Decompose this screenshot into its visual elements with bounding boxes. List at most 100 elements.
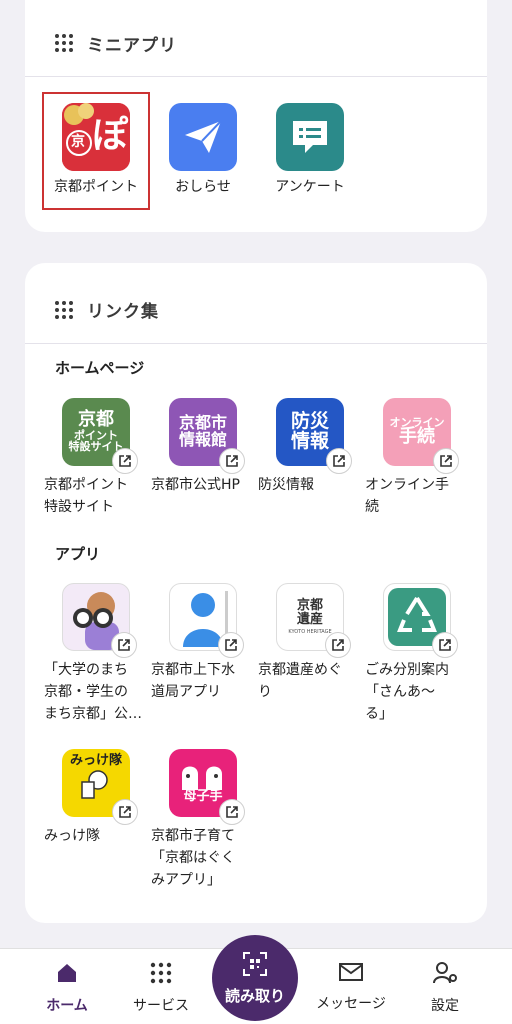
icon-text: 情報館 [178, 430, 227, 449]
link-label: 京都市上下水 道局アプリ [151, 659, 255, 703]
mini-app-survey[interactable]: アンケート [255, 103, 365, 197]
link-label: 「大学のまち 京都・学生の まち京都」公… [44, 659, 148, 725]
link-label-line: 特設サイト [44, 499, 114, 515]
online-procedures-icon: オンライン 手続 [383, 398, 459, 474]
link-label-line: 続 [365, 499, 379, 515]
scan-button-label: 読み取り [224, 987, 285, 1005]
link-label-line: 「さんあ～ [365, 684, 435, 700]
grid-dots-icon [55, 300, 73, 319]
link-label-line: 京都市子育て [151, 828, 235, 844]
nav-services[interactable]: サービス [121, 961, 201, 1015]
link-label: 防災情報 [258, 477, 314, 493]
nav-home-label: ホーム [46, 998, 88, 1014]
link-label-line: 道局アプリ [151, 684, 221, 700]
qr-scan-icon [243, 952, 267, 976]
external-link-icon [326, 448, 352, 474]
link-label: 京都ポイント 特設サイト [44, 474, 148, 518]
nav-messages[interactable]: メッセージ [311, 961, 391, 1013]
link-childcare-app[interactable]: 母子手 京都市子育て 「京都はぐく みアプリ」 [151, 749, 255, 891]
icon-text: 京都 [78, 409, 114, 430]
kyoto-point-icon-char-b: ぽ [92, 115, 129, 156]
link-label-line: り [258, 684, 272, 700]
link-water-bureau-app[interactable]: 京都市上下水 道局アプリ [151, 583, 255, 703]
link-label-line: 「大学のまち [44, 662, 128, 678]
kyoto-point-site-icon: 京都 ポイント 特設サイト [62, 398, 138, 474]
link-kyoto-heritage-app[interactable]: 京都 遺産 KYOTO HERITAGE 京都遺産めぐり [258, 583, 362, 703]
childcare-app-icon: 母子手 [169, 749, 245, 825]
links-title: リンク集 [87, 302, 159, 322]
link-label: 京都市公式HP [151, 477, 240, 493]
link-label-line: オンライン手 [365, 477, 449, 493]
icon-text: 母子手 [183, 789, 223, 805]
mini-apps-header: ミニアプリ [25, 10, 487, 77]
link-label-line: ごみ分別案内 [365, 662, 449, 678]
link-kyoto-city-hp[interactable]: 京都市 情報館 京都市公式HP [151, 398, 255, 496]
section-homepage: ホームページ [55, 359, 145, 377]
link-garbage-sorting-app[interactable]: ごみ分別案内 「さんあ～ る」 [365, 583, 469, 725]
icon-text: 遺産 [296, 612, 323, 627]
user-gear-icon [433, 962, 457, 984]
link-online-procedures[interactable]: オンライン 手続 オンライン手続 [365, 398, 469, 518]
mini-app-kyoto-point[interactable]: 京 ぽ 京都ポイント [41, 103, 151, 197]
link-label: ごみ分別案内 「さんあ～ る」 [365, 659, 469, 725]
grid-dots-icon [55, 34, 73, 52]
icon-text: みっけ隊 [69, 752, 122, 768]
link-label: 京都市子育て 「京都はぐく みアプリ」 [151, 825, 255, 891]
external-link-icon [112, 799, 138, 825]
survey-chat-icon [276, 103, 344, 171]
kyoto-point-icon-char-a: 京 [71, 134, 85, 150]
link-label: みっけ隊 [44, 828, 100, 844]
external-link-icon [433, 448, 459, 474]
nav-settings[interactable]: 設定 [405, 961, 485, 1015]
external-link-icon [112, 448, 138, 474]
mikketai-icon: みっけ隊 [62, 749, 138, 825]
recycle-icon [383, 583, 458, 658]
water-person-silhouette-icon [169, 583, 244, 658]
link-label-line: 京都・学生の [44, 684, 128, 700]
icon-text: 防災 [290, 410, 329, 433]
nav-messages-label: メッセージ [316, 996, 386, 1012]
link-label-line: 「京都はぐく [151, 850, 235, 866]
external-link-icon [432, 632, 458, 658]
envelope-icon [339, 963, 363, 981]
paper-plane-icon [169, 103, 237, 171]
mini-app-label: おしらせ [175, 179, 231, 195]
link-label: 京都遺産めぐり [258, 659, 362, 703]
link-disaster-info[interactable]: 防災 情報 防災情報 [258, 398, 362, 496]
external-link-icon [219, 448, 245, 474]
icon-text: 手続 [399, 426, 435, 448]
link-label-line: 京都遺産めぐ [258, 662, 342, 678]
link-label-line: 京都市上下水 [151, 662, 235, 678]
link-mikketai-app[interactable]: みっけ隊 みっけ隊 [44, 749, 148, 847]
kyoto-city-hp-icon: 京都市 情報館 [169, 398, 245, 474]
section-apps: アプリ [55, 545, 101, 563]
external-link-icon [218, 632, 244, 658]
kyoto-point-icon: 京 ぽ [62, 103, 130, 171]
disaster-info-icon: 防災 情報 [276, 398, 352, 474]
link-label: オンライン手続 [365, 474, 469, 518]
link-label-line: る」 [365, 706, 393, 722]
link-label-line: みアプリ」 [151, 872, 221, 888]
mini-app-label: 京都ポイント [54, 179, 138, 195]
mini-apps-title: ミニアプリ [87, 35, 177, 56]
link-label-line: まち京都」公… [44, 706, 142, 722]
bottom-navigation: ホーム サービス 読み取り メッセージ 設定 [0, 935, 512, 1024]
scan-button[interactable]: 読み取り [212, 935, 298, 1021]
home-icon [58, 964, 76, 982]
kyoto-heritage-icon: 京都 遺産 KYOTO HERITAGE [276, 583, 351, 658]
icon-text: KYOTO HERITAGE [288, 629, 332, 636]
mini-app-notices[interactable]: おしらせ [148, 103, 258, 197]
binoculars-person-icon [62, 583, 137, 658]
nav-home[interactable]: ホーム [27, 961, 107, 1015]
link-university-town-app[interactable]: 「大学のまち 京都・学生の まち京都」公… [44, 583, 148, 725]
external-link-icon [219, 799, 245, 825]
icon-text: 京都 [296, 597, 323, 613]
nav-settings-label: 設定 [431, 998, 459, 1014]
mini-app-label: アンケート [275, 179, 345, 195]
nav-services-label: サービス [133, 998, 189, 1014]
external-link-icon [325, 632, 351, 658]
link-label-line: 京都ポイント [44, 477, 128, 493]
grid-dots-icon [150, 962, 172, 984]
links-header: リンク集 [25, 276, 487, 344]
link-kyoto-point-site[interactable]: 京都 ポイント 特設サイト 京都ポイント 特設サイト [44, 398, 148, 518]
